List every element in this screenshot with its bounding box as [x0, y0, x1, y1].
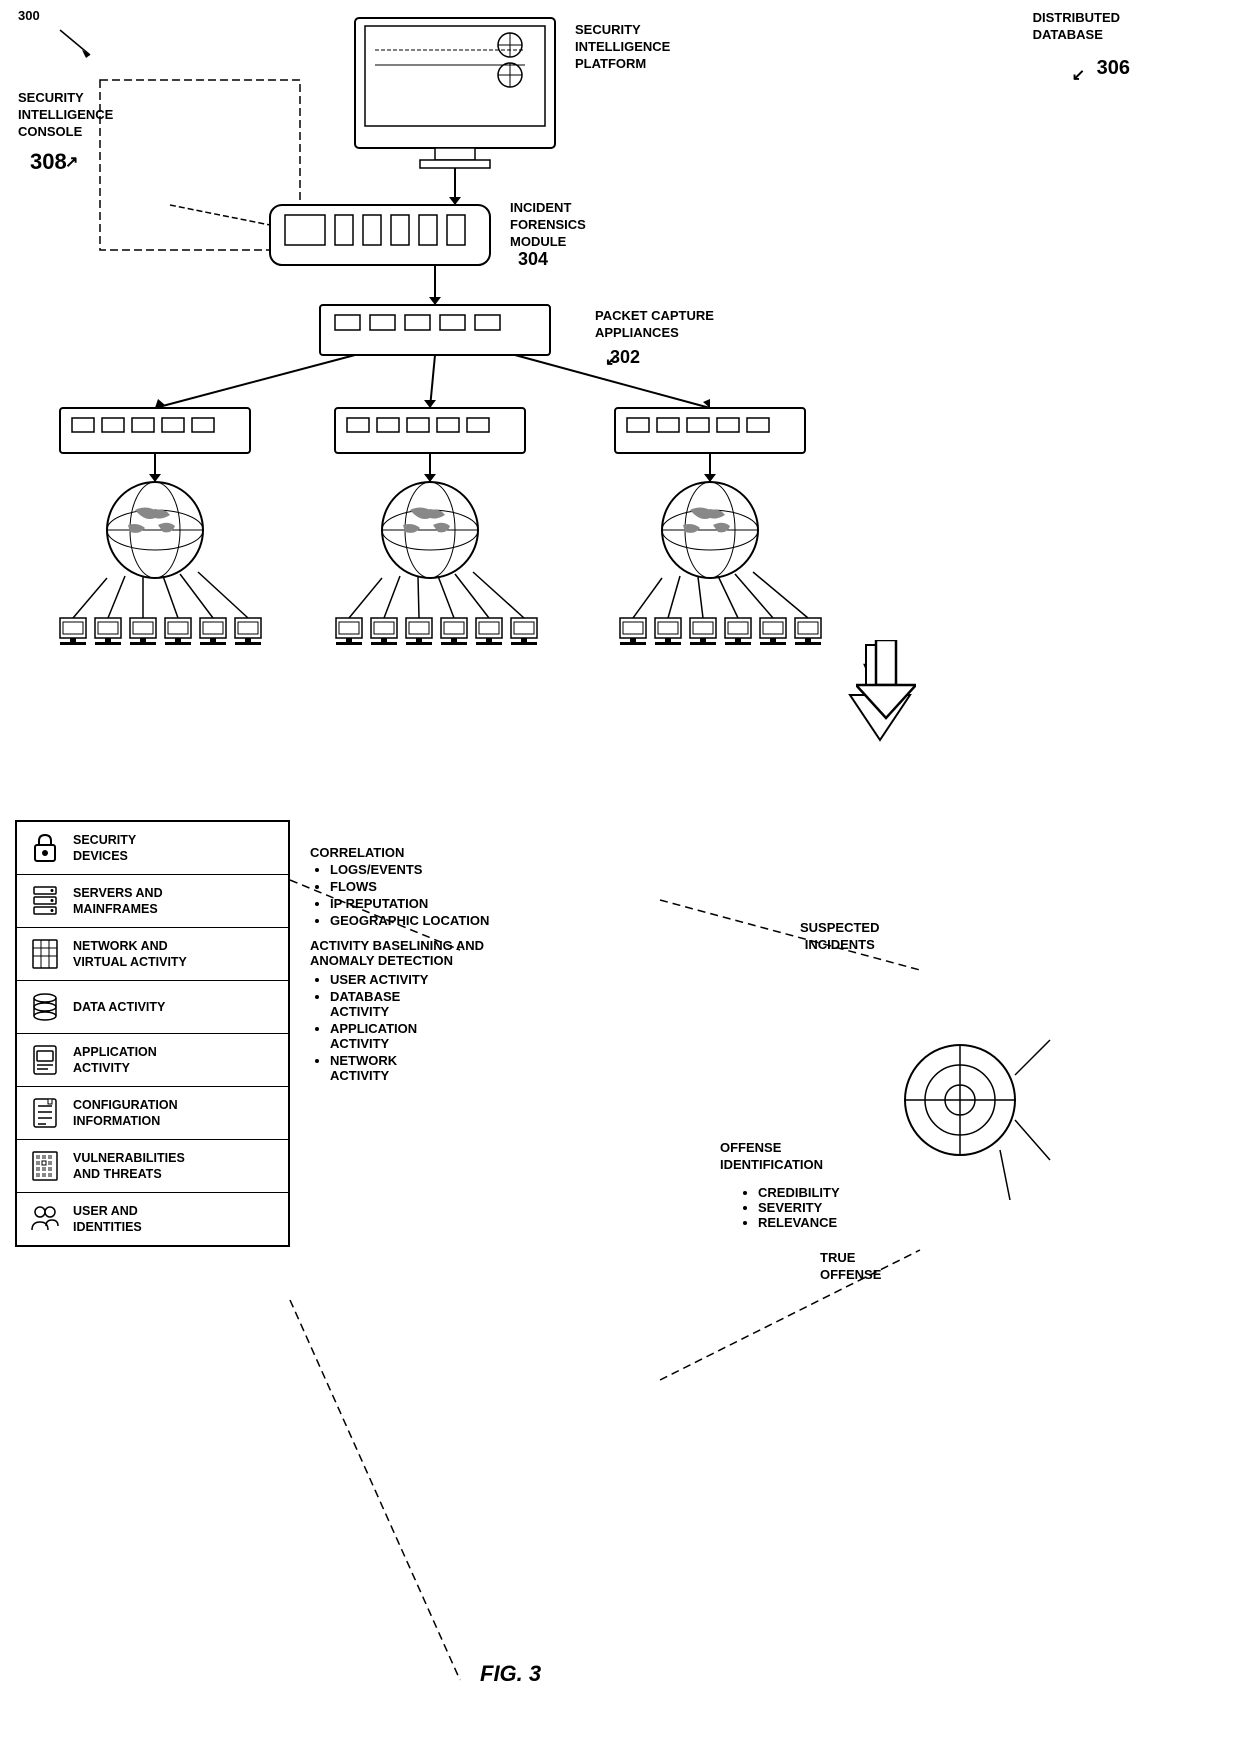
- correlation-title: CORRELATION: [310, 845, 760, 860]
- network-text: NETWORK ANDVIRTUAL ACTIVITY: [73, 938, 187, 971]
- application-text: APPLICATIONACTIVITY: [73, 1044, 157, 1077]
- users-text: USER ANDIDENTITIES: [73, 1203, 142, 1236]
- correlation-list: LOGS/EVENTS FLOWS IP REPUTATION GEOGRAPH…: [310, 862, 760, 928]
- data-activity-text: DATA ACTIVITY: [73, 999, 165, 1015]
- vuln-text: VULNERABILITIESAND THREATS: [73, 1150, 185, 1183]
- users-icon: [27, 1201, 63, 1237]
- relevance-item: RELEVANCE: [758, 1215, 840, 1230]
- security-devices-text: SECURITYDEVICES: [73, 832, 136, 865]
- correlation-section: CORRELATION LOGS/EVENTS FLOWS IP REPUTAT…: [310, 845, 760, 1093]
- panel-item-security-devices: SECURITYDEVICES: [17, 822, 288, 875]
- activity-title: ACTIVITY BASELINING ANDANOMALY DETECTION: [310, 938, 760, 968]
- lock-icon: [27, 830, 63, 866]
- diagram-container: 300 DISTRIBUTEDDATABASE 306 ↙ SECURITYIN…: [0, 0, 1240, 1742]
- sip-label: SECURITYINTELLIGENCEPLATFORM: [575, 22, 670, 73]
- server-icon: [27, 883, 63, 919]
- panel-item-vuln: VULNERABILITIESAND THREATS: [17, 1140, 288, 1193]
- app-icon: [27, 1042, 63, 1078]
- correlation-item-1: LOGS/EVENTS: [330, 862, 760, 877]
- panel-item-servers: SERVERS ANDMAINFRAMES: [17, 875, 288, 928]
- ifm-label: INCIDENTFORENSICSMODULE: [510, 200, 586, 251]
- credibility-item: CREDIBILITY: [758, 1185, 840, 1200]
- activity-item-1: USER ACTIVITY: [330, 972, 760, 987]
- panel-item-network: NETWORK ANDVIRTUAL ACTIVITY: [17, 928, 288, 981]
- correlation-item-4: GEOGRAPHIC LOCATION: [330, 913, 760, 928]
- offense-id-label: OFFENSEIDENTIFICATION: [720, 1140, 823, 1174]
- pca-arrow: ↙: [605, 350, 618, 370]
- activity-item-3: APPLICATIONACTIVITY: [330, 1021, 760, 1051]
- severity-item: SEVERITY: [758, 1200, 840, 1215]
- panel-item-data: DATA ACTIVITY: [17, 981, 288, 1034]
- sic-arrow: ↗: [65, 152, 78, 172]
- servers-text: SERVERS ANDMAINFRAMES: [73, 885, 163, 918]
- activity-item-4: NETWORKACTIVITY: [330, 1053, 760, 1083]
- fig-ref-number: 300: [18, 8, 40, 25]
- config-text: CONFIGURATIONINFORMATION: [73, 1097, 178, 1130]
- panel-item-config: CONFIGURATIONINFORMATION: [17, 1087, 288, 1140]
- true-offense-label: TRUEOFFENSE: [820, 1250, 881, 1284]
- fig-label: FIG. 3: [480, 1661, 541, 1687]
- database-icon: [27, 989, 63, 1025]
- offense-id-list: CREDIBILITY SEVERITY RELEVANCE: [740, 1185, 840, 1230]
- ifm-number: 304: [518, 248, 548, 271]
- vuln-icon: [27, 1148, 63, 1184]
- sic-number: 308: [30, 148, 67, 177]
- sic-label: SECURITYINTELLIGENCECONSOLE: [18, 90, 113, 141]
- grid-icon: [27, 936, 63, 972]
- activity-list: USER ACTIVITY DATABASEACTIVITY APPLICATI…: [310, 972, 760, 1083]
- panel-item-application: APPLICATIONACTIVITY: [17, 1034, 288, 1087]
- suspected-incidents-label: SUSPECTEDINCIDENTS: [800, 920, 879, 954]
- panel-item-users: USER ANDIDENTITIES: [17, 1193, 288, 1245]
- correlation-item-2: FLOWS: [330, 879, 760, 894]
- down-arrow: [856, 640, 916, 725]
- left-panel: SECURITYDEVICES SERVERS ANDMAINFRAMES: [15, 820, 290, 1247]
- pca-label: PACKET CAPTUREAPPLIANCES: [595, 308, 714, 342]
- db-arrow: ↙: [1072, 65, 1085, 85]
- config-icon: [27, 1095, 63, 1131]
- distributed-database-number: 306: [1097, 55, 1130, 81]
- distributed-database-label: DISTRIBUTEDDATABASE: [1033, 10, 1120, 44]
- correlation-item-3: IP REPUTATION: [330, 896, 760, 911]
- activity-item-2: DATABASEACTIVITY: [330, 989, 760, 1019]
